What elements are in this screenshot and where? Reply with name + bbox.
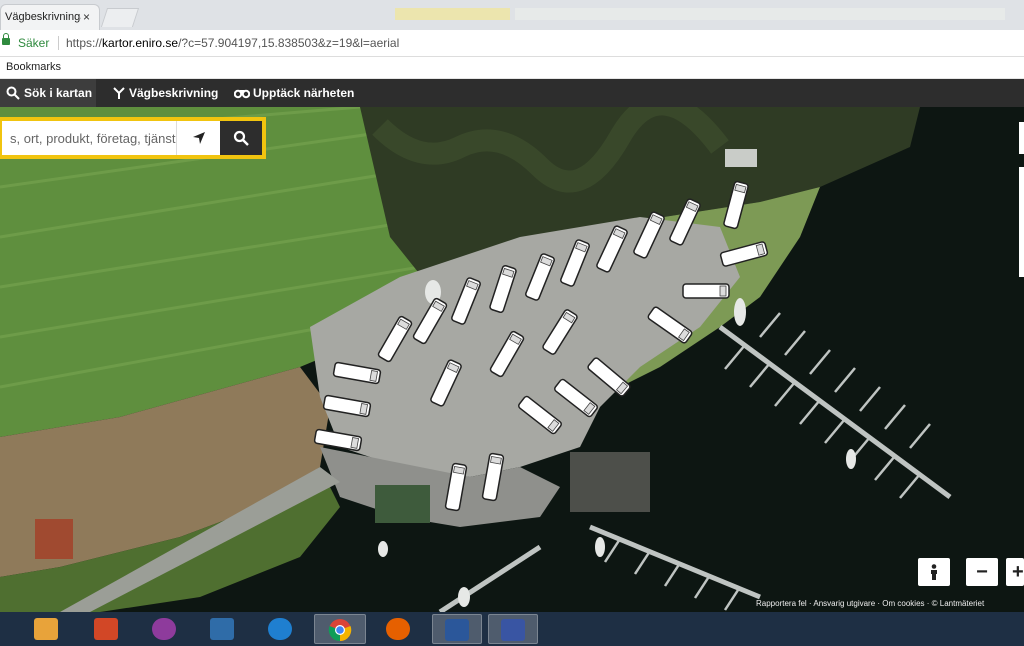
- binoculars-icon: [234, 89, 250, 99]
- parking-marker: [444, 462, 468, 512]
- search-icon: [6, 86, 20, 100]
- search-icon: [233, 130, 249, 146]
- visio-icon: [501, 619, 525, 641]
- street-view-button[interactable]: [918, 558, 950, 586]
- map-side-panel-edge[interactable]: [1019, 167, 1024, 277]
- parking-marker: [682, 283, 730, 299]
- parking-marker: [596, 225, 628, 273]
- my-location-button[interactable]: [176, 121, 221, 155]
- zoom-in-button[interactable]: +: [1006, 558, 1024, 586]
- browser-tab[interactable]: Vägbeskrivningar ×: [0, 4, 100, 30]
- nav-item-label: Sök i kartan: [24, 86, 93, 100]
- pegman-icon: [931, 564, 937, 580]
- bookmarks-bar: Bookmarks: [0, 57, 1024, 79]
- new-tab-button[interactable]: [100, 8, 140, 27]
- search-button[interactable]: [220, 121, 262, 155]
- taskbar-item-word[interactable]: [432, 614, 482, 644]
- url-text[interactable]: https://kartor.eniro.se/?c=57.904197,15.…: [66, 36, 399, 50]
- parking-marker: [542, 309, 578, 355]
- media-icon: [210, 618, 234, 640]
- parking-marker: [430, 359, 462, 407]
- parking-marker: [647, 306, 693, 344]
- nav-item-search-map[interactable]: Sök i kartan: [0, 79, 96, 107]
- search-input[interactable]: s, ort, produkt, företag, tjänst: [10, 131, 175, 146]
- taskbar-item-ie[interactable]: [260, 614, 300, 644]
- nav-item-discover[interactable]: Upptäck närheten: [230, 79, 355, 107]
- url-path: /?c=57.904197,15.838503&z=19&l=aerial: [178, 36, 400, 50]
- parking-marker: [377, 315, 413, 363]
- firefox-icon: [386, 618, 410, 640]
- windows-taskbar: [0, 612, 1024, 646]
- blurred-tab-strip: [395, 8, 510, 20]
- secure-label: Säker: [18, 36, 50, 50]
- nav-item-label: Upptäck närheten: [253, 86, 355, 100]
- zoom-out-button[interactable]: −: [966, 558, 998, 586]
- parking-markers-layer: [313, 180, 769, 512]
- site-navbar: Sök i kartan Vägbeskrivning Upptäck närh…: [0, 79, 1024, 107]
- taskbar-item[interactable]: [0, 614, 6, 644]
- parking-marker: [489, 330, 525, 378]
- taskbar-item-outlook[interactable]: [26, 614, 66, 644]
- close-tab-icon[interactable]: ×: [83, 10, 90, 24]
- word-icon: [445, 619, 469, 641]
- route-icon: [113, 87, 125, 99]
- parking-marker: [560, 239, 590, 287]
- url-prefix: https://: [66, 36, 103, 50]
- nav-item-directions[interactable]: Vägbeskrivning: [108, 79, 218, 107]
- internet-explorer-icon: [268, 618, 292, 640]
- taskbar-item-media[interactable]: [202, 614, 242, 644]
- browser-tab-strip: Vägbeskrivningar ×: [0, 0, 1024, 30]
- parking-marker: [412, 297, 448, 345]
- lock-icon: [2, 33, 10, 45]
- parking-marker: [481, 452, 505, 502]
- parking-marker: [633, 211, 665, 259]
- address-bar[interactable]: Säker https://kartor.eniro.se/?c=57.9041…: [0, 30, 1024, 57]
- parking-marker: [489, 264, 517, 314]
- map-side-panel-edge[interactable]: [1019, 122, 1024, 154]
- taskbar-item-onenote[interactable]: [144, 614, 184, 644]
- url-host: kartor.eniro.se: [102, 36, 179, 50]
- chrome-icon: [328, 619, 352, 642]
- onenote-icon: [152, 618, 176, 640]
- map-credits[interactable]: Rapportera fel · Ansvarig utgivare · Om …: [756, 599, 984, 608]
- parking-marker: [587, 357, 631, 397]
- parking-marker: [719, 241, 769, 267]
- bookmarks-label[interactable]: Bookmarks: [6, 61, 61, 73]
- parking-marker: [322, 394, 372, 418]
- blurred-tab-strip: [515, 8, 1005, 20]
- parking-marker: [554, 378, 598, 418]
- parking-marker: [451, 277, 481, 325]
- nav-item-label: Vägbeskrivning: [129, 86, 219, 100]
- powerpoint-icon: [94, 618, 118, 640]
- taskbar-item-chrome[interactable]: [314, 614, 366, 644]
- taskbar-item-powerpoint[interactable]: [86, 614, 126, 644]
- parking-marker: [669, 198, 701, 246]
- parking-marker: [723, 180, 749, 230]
- map-search-box: s, ort, produkt, företag, tjänst: [0, 117, 266, 159]
- taskbar-item-visio[interactable]: [488, 614, 538, 644]
- divider: [58, 36, 59, 50]
- parking-marker: [518, 395, 562, 435]
- location-arrow-icon: [193, 132, 205, 144]
- outlook-icon: [34, 618, 58, 640]
- tab-title: Vägbeskrivningar: [5, 11, 81, 23]
- taskbar-item-firefox[interactable]: [378, 614, 418, 644]
- parking-marker: [525, 253, 555, 301]
- parking-marker: [332, 361, 382, 385]
- parking-marker: [313, 428, 363, 452]
- aerial-map[interactable]: s, ort, produkt, företag, tjänst − + Rap…: [0, 107, 1024, 612]
